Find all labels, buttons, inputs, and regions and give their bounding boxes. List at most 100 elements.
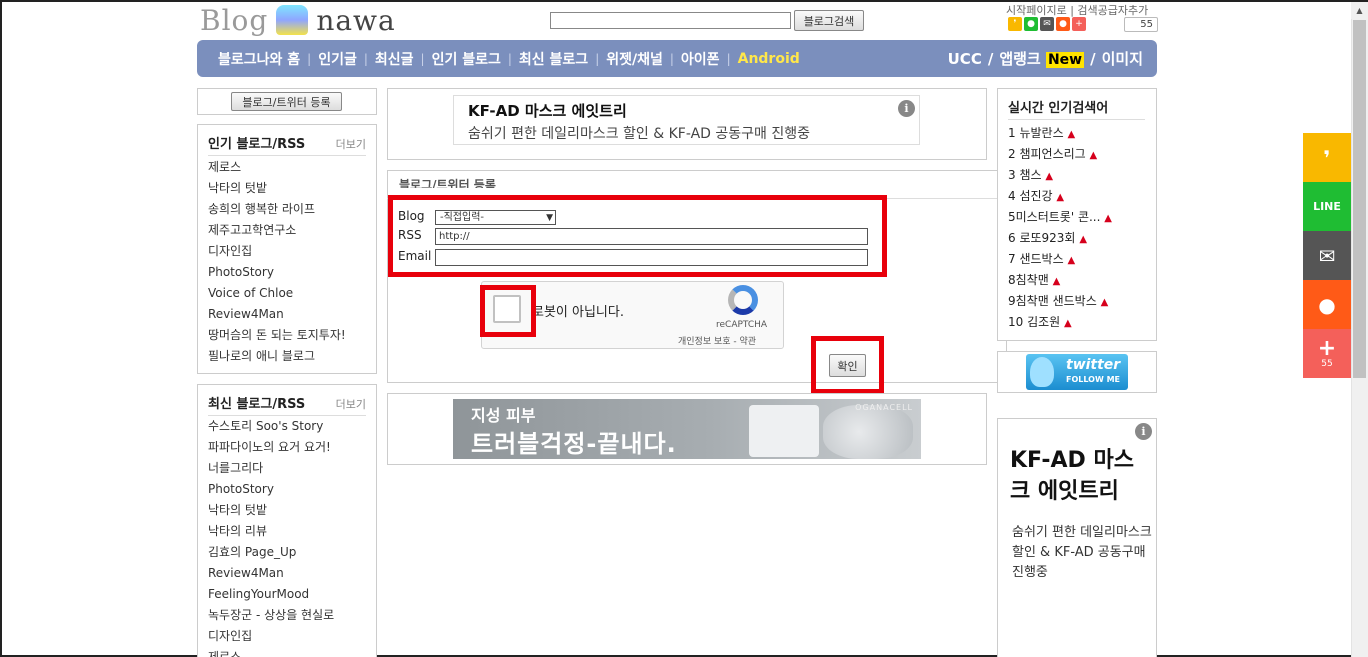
nav-popular-posts[interactable]: 인기글 [318,49,357,69]
nav-iphone[interactable]: 아이폰 [681,49,720,69]
banner-ad-brand: OGANACELL [855,403,913,412]
list-item[interactable]: 2 챔피언스리그 ▲ [1008,144,1112,165]
list-item[interactable]: 수스토리 Soo's Story [208,416,334,437]
nav-widget-channel[interactable]: 위젯/채널 [606,49,663,69]
list-item[interactable]: 3 챔스 ▲ [1008,165,1112,186]
kakao-share-icon[interactable]: ❜ [1008,17,1022,31]
kakaostory-share-icon[interactable]: ❜ [1303,133,1351,182]
list-item[interactable]: 8침착맨 ▲ [1008,270,1112,291]
list-item[interactable]: 송희의 행복한 라이프 [208,199,346,220]
nav-recent-blogs[interactable]: 최신 블로그 [519,49,588,69]
reddit-share-icon[interactable]: ● [1056,17,1070,31]
list-item[interactable]: PhotoStory [208,479,334,500]
list-item[interactable]: 디자인집 [208,626,334,647]
ad-info-icon[interactable]: i [898,100,915,117]
nav-slash: / [987,49,994,68]
nav-popular-blogs[interactable]: 인기 블로그 [432,49,501,69]
list-item[interactable]: 너를그리다 [208,458,334,479]
banner-ad[interactable]: 지성 피부 트러블걱정-끝내다. OGANACELL [453,399,921,459]
list-item[interactable]: 낙타의 리뷰 [208,521,334,542]
nav-slash: / [1090,49,1096,68]
nav-android[interactable]: Android [738,51,800,67]
keyword-text: 2 챔피언스리그 [1008,147,1086,161]
list-item[interactable]: 10 김조원 ▲ [1008,312,1112,333]
list-item[interactable]: Review4Man [208,563,334,584]
recent-blogs-panel: 최신 블로그/RSS 더보기 수스토리 Soo's Story 파파다이노의 요… [197,384,377,657]
list-item[interactable]: 필나로의 애니 블로그 [208,346,346,367]
recaptcha-brand: reCAPTCHA [716,320,768,330]
list-item[interactable]: 제주고고학연구소 [208,220,346,241]
plus-icon: + [1317,335,1337,361]
list-item[interactable]: 디자인집 [208,241,346,262]
register-blog-button[interactable]: 블로그/트위터 등록 [231,92,342,111]
ad-info-icon[interactable]: i [1135,423,1152,440]
list-item[interactable]: FeelingYourMood [208,584,334,605]
keyword-text: 4 섬진강 [1008,189,1053,203]
list-item[interactable]: 파파다이노의 요거 요거! [208,437,334,458]
reddit-share-icon[interactable]: ● [1303,280,1351,329]
list-item[interactable]: 녹두장군 - 상상을 현실로 [208,605,334,626]
keyword-text: 9침착맨 샌드박스 [1008,294,1097,308]
twitter-label: twitter [1066,357,1121,373]
list-item[interactable]: 낙타의 텃밭 [208,178,346,199]
twitter-bird-icon [1030,357,1054,387]
list-item[interactable]: 7 샌드박스 ▲ [1008,249,1112,270]
list-item[interactable]: Review4Man [208,304,346,325]
list-item[interactable]: 4 섬진강 ▲ [1008,186,1112,207]
nav-home[interactable]: 블로그나와 홈 [218,49,300,69]
list-item[interactable]: 제로스 [208,647,334,657]
side-ad[interactable]: i KF-AD 마스크 에잇트리 숨쉬기 편한 데일리마스크 할인 & KF-A… [997,418,1157,657]
recaptcha-logo-icon [728,285,758,315]
recaptcha-privacy-terms-links[interactable]: 개인정보 보호 - 약관 [678,334,756,347]
more-share-button[interactable]: + 55 [1303,329,1351,378]
twitter-follow-button[interactable]: twitter FOLLOW ME [1026,354,1128,390]
recent-more-link[interactable]: 더보기 [336,396,366,412]
search-button[interactable]: 블로그검색 [794,10,864,31]
share-total-count: 55 [1321,358,1333,369]
follow-me-label: FOLLOW ME [1066,375,1121,384]
mail-share-icon[interactable]: ✉ [1040,17,1054,31]
top-ad-subtitle: 숨쉬기 편한 데일리마스크 할인 & KF-AD 공동구매 진행중 [468,126,811,142]
nav-app-rank[interactable]: 앱랭크 New [999,48,1085,69]
side-ad-title: KF-AD 마스크 에잇트리 [1010,448,1134,504]
keyword-text: 5미스터트롯' 콘... [1008,210,1101,224]
floating-share-bar: ❜ LINE ✉ ● + 55 [1303,133,1351,378]
line-share-icon[interactable]: ● [1024,17,1038,31]
rank-up-icon: ▲ [1067,129,1076,140]
list-item[interactable]: PhotoStory [208,262,346,283]
list-item[interactable]: 낙타의 텃밭 [208,500,334,521]
list-item[interactable]: 김효의 Page_Up [208,542,334,563]
scroll-up-arrow-icon[interactable]: ▲ [1351,2,1368,19]
header-share-icons: ❜ ● ✉ ● + [1008,17,1086,31]
top-links[interactable]: 시작페이지로 | 검색공급자추가 [1006,2,1148,18]
keyword-text: 6 로또923회 [1008,231,1076,245]
list-item[interactable]: 5미스터트롯' 콘... ▲ [1008,207,1112,228]
mail-share-icon[interactable]: ✉ [1303,231,1351,280]
highlight-form-fields [388,195,887,277]
site-logo[interactable]: Blog nawa [200,3,396,37]
line-share-icon[interactable]: LINE [1303,182,1351,231]
ad-face-image [823,405,913,459]
popular-blogs-title: 인기 블로그/RSS [208,137,306,152]
scrollbar-thumb[interactable] [1353,20,1366,378]
logo-blog-text: Blog [200,3,269,37]
list-item[interactable]: 땅머슴의 돈 되는 토지투자! [208,325,346,346]
keyword-text: 10 김조원 [1008,315,1061,329]
popular-more-link[interactable]: 더보기 [336,136,366,152]
rank-up-icon: ▲ [1056,192,1065,203]
rank-up-icon: ▲ [1052,276,1061,287]
nav-image[interactable]: 이미지 [1102,48,1143,69]
list-item[interactable]: 6 로또923회 ▲ [1008,228,1112,249]
list-item[interactable]: Voice of Chloe [208,283,346,304]
more-share-icon[interactable]: + [1072,17,1086,31]
list-item[interactable]: 1 뉴발란스 ▲ [1008,123,1112,144]
list-item[interactable]: 제로스 [208,157,346,178]
hot-keywords-list: 1 뉴발란스 ▲ 2 챔피언스리그 ▲ 3 챔스 ▲ 4 섬진강 ▲ 5미스터트… [1008,123,1112,333]
search-input[interactable] [550,12,791,29]
rank-up-icon: ▲ [1067,255,1076,266]
popular-blogs-panel: 인기 블로그/RSS 더보기 제로스 낙타의 텃밭 송희의 행복한 라이프 제주… [197,124,377,374]
nav-recent-posts[interactable]: 최신글 [375,49,414,69]
list-item[interactable]: 9침착맨 샌드박스 ▲ [1008,291,1112,312]
top-ad[interactable]: KF-AD 마스크 에잇트리 숨쉬기 편한 데일리마스크 할인 & KF-AD … [453,95,920,145]
nav-ucc[interactable]: UCC [948,50,982,68]
